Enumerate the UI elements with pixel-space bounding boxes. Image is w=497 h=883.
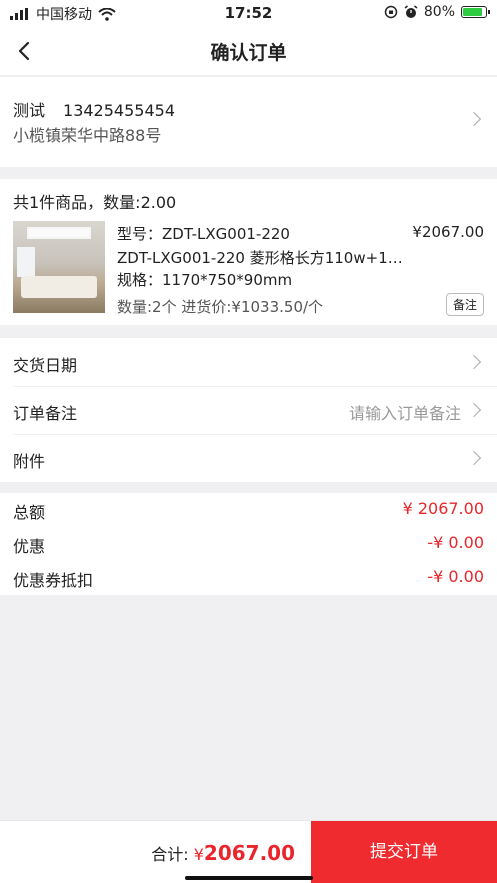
goods-card: 共1件商品，数量:2.00 型号：ZDT-LXG001-220 ¥2067.00…: [0, 179, 497, 325]
product-name: ZDT-LXG001-220 菱形格长方110w+11...: [117, 249, 407, 267]
order-options: 交货日期 订单备注 请输入订单备注 附件: [0, 338, 497, 482]
product-quantity: 数量:2个 进货价:¥1033.50/个: [117, 298, 324, 316]
address-name: 测试: [13, 101, 46, 120]
alarm-icon: [404, 5, 418, 18]
discount-value: -¥ 0.00: [427, 533, 484, 552]
battery-fill: [463, 8, 483, 16]
battery-percent: 80%: [423, 4, 455, 20]
attachment-label: 附件: [13, 452, 46, 471]
delivery-date-row[interactable]: 交货日期: [0, 338, 497, 386]
chevron-right-icon: [466, 402, 482, 418]
nav-bar: 确认订单: [0, 26, 497, 76]
total-row: 总额 ¥ 2067.00: [0, 493, 497, 527]
order-note-row[interactable]: 订单备注 请输入订单备注: [0, 386, 497, 434]
coupon-value: -¥ 0.00: [427, 567, 484, 586]
delivery-date-label: 交货日期: [13, 356, 78, 375]
submit-order-button[interactable]: 提交订单: [311, 821, 497, 883]
price-summary: 总额 ¥ 2067.00 优惠 -¥ 0.00 优惠券抵扣 -¥ 0.00: [0, 493, 497, 595]
discount-label: 优惠: [13, 537, 46, 556]
bottom-bar: 合计: ¥2067.00 提交订单: [0, 820, 497, 883]
chevron-right-icon: [466, 450, 482, 466]
total-value: ¥ 2067.00: [402, 499, 484, 518]
order-note-label: 订单备注: [13, 404, 78, 423]
product-price: ¥2067.00: [412, 223, 484, 241]
chevron-right-icon: [466, 111, 482, 127]
footer-total-prefix: 合计:: [151, 845, 189, 864]
order-note-input[interactable]: 请输入订单备注: [349, 400, 461, 424]
status-bar: 中国移动 17:52 80%: [0, 0, 497, 26]
product-model: 型号：ZDT-LXG001-220: [117, 225, 290, 243]
goods-summary: 共1件商品，数量:2.00: [13, 193, 177, 212]
page-title: 确认订单: [210, 42, 287, 64]
address-contact: 测试 13425455454: [13, 97, 175, 121]
discount-row: 优惠 -¥ 0.00: [0, 527, 497, 561]
address-card[interactable]: 测试 13425455454 小榄镇荣华中路88号: [0, 77, 497, 167]
total-label: 总额: [13, 503, 46, 522]
battery-icon: [461, 6, 490, 18]
orientation-lock-icon: [384, 5, 398, 19]
address-detail: 小榄镇荣华中路88号: [13, 126, 162, 145]
coupon-label: 优惠券抵扣: [13, 571, 94, 590]
coupon-row: 优惠券抵扣 -¥ 0.00: [0, 561, 497, 595]
address-phone: 13425455454: [63, 101, 175, 120]
attachment-row[interactable]: 附件: [0, 434, 497, 482]
footer-total-amount: 2067.00: [203, 841, 295, 865]
chevron-right-icon: [466, 354, 482, 370]
status-right: 80%: [384, 4, 490, 20]
product-spec: 规格：1170*750*90mm: [117, 271, 293, 289]
home-indicator[interactable]: [185, 876, 313, 880]
remark-button[interactable]: 备注: [445, 293, 484, 316]
footer-total: 合计: ¥2067.00: [151, 841, 295, 865]
footer-currency: ¥: [193, 845, 204, 864]
product-image: [13, 221, 105, 313]
